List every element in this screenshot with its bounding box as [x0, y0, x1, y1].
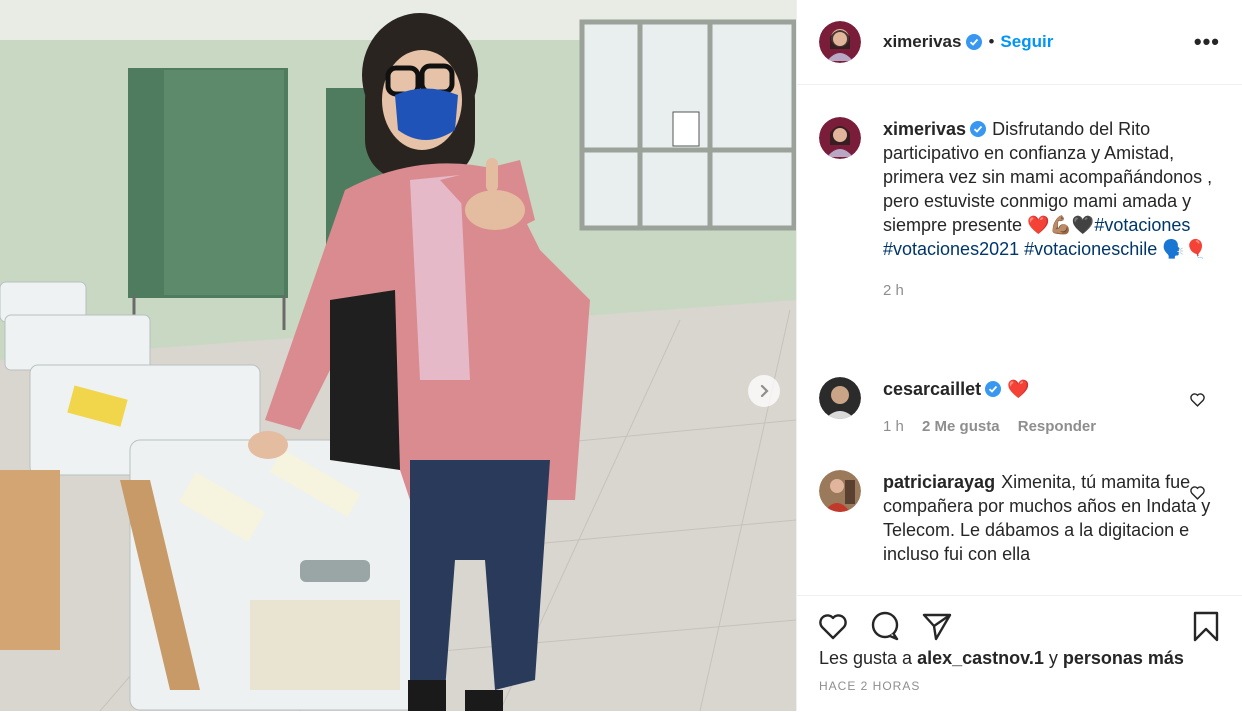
comment-item: patriciarayag Ximenita, tú mamita fue com… [797, 470, 1242, 566]
comment-username[interactable]: patriciarayag [883, 472, 995, 492]
comment-username[interactable]: cesarcaillet [883, 379, 981, 399]
author-avatar[interactable] [819, 21, 861, 63]
voting-scene-image [0, 0, 796, 711]
liker-username[interactable]: alex_castnov.1 [917, 648, 1044, 668]
verified-badge-icon [966, 34, 983, 50]
likes-connector: y [1048, 648, 1058, 668]
comment-time[interactable]: 1 h [883, 418, 904, 435]
like-comment-heart-icon[interactable] [1189, 391, 1206, 408]
hashtag-link[interactable]: #votaciones [1094, 215, 1190, 235]
comment-body: patriciarayag Ximenita, tú mamita fue com… [883, 470, 1220, 566]
commenter-avatar[interactable] [819, 377, 861, 419]
hashtag-link[interactable]: #votaciones2021 [883, 239, 1019, 259]
more-options-button[interactable]: ••• [1194, 29, 1220, 55]
verified-badge-icon [985, 381, 1002, 397]
comment-likes[interactable]: 2 Me gusta [922, 418, 1000, 435]
follow-button[interactable]: Seguir [1000, 32, 1053, 52]
like-comment-heart-icon[interactable] [1189, 484, 1206, 501]
caption-emojis: ❤️💪🏽🖤 [1027, 215, 1095, 235]
caption-time[interactable]: 2 h [883, 282, 904, 299]
caption-body: ximerivas Disfrutando del Rito participat… [883, 117, 1220, 303]
caption-username[interactable]: ximerivas [883, 119, 966, 139]
post-sidebar: ximerivas • Seguir ••• ximerivas Disfruta… [796, 0, 1242, 711]
next-image-button[interactable] [748, 375, 780, 407]
commenter-avatar[interactable] [819, 470, 861, 512]
instagram-post: ximerivas • Seguir ••• ximerivas Disfruta… [0, 0, 1242, 711]
likes-summary: Les gusta a alex_castnov.1 y personas má… [797, 642, 1242, 669]
likes-prefix: Les gusta a [819, 648, 913, 668]
comment-meta: 1 h 2 Me gusta Responder [883, 415, 1220, 439]
comment-item: cesarcaillet ❤️ 1 h 2 Me gusta Responder [797, 377, 1242, 439]
post-actions: Les gusta a alex_castnov.1 y personas má… [797, 595, 1242, 712]
caption-avatar[interactable] [819, 117, 861, 159]
caption: ximerivas Disfrutando del Rito participat… [797, 117, 1242, 303]
hashtag-link[interactable]: #votacioneschile [1024, 239, 1157, 259]
share-paper-plane-icon[interactable] [921, 610, 953, 642]
post-timestamp[interactable]: HACE 2 HORAS [797, 669, 1242, 693]
post-header: ximerivas • Seguir ••• [797, 0, 1242, 85]
post-photo[interactable] [0, 0, 796, 711]
comment-text: ❤️ [1007, 379, 1030, 399]
like-heart-icon[interactable] [817, 610, 849, 642]
save-bookmark-icon[interactable] [1190, 610, 1222, 642]
header-separator: • [988, 32, 995, 51]
comment-bubble-icon[interactable] [869, 610, 901, 642]
caption-trailing-emojis: 🗣️🎈 [1162, 239, 1208, 259]
other-likers-link[interactable]: personas más [1063, 648, 1184, 668]
comment-body: cesarcaillet ❤️ 1 h 2 Me gusta Responder [883, 377, 1220, 439]
caption-meta: 2 h [883, 279, 1220, 303]
chevron-right-icon [760, 384, 769, 398]
reply-button[interactable]: Responder [1018, 418, 1096, 435]
comments-section: ximerivas Disfrutando del Rito participat… [797, 85, 1242, 595]
author-username[interactable]: ximerivas [883, 32, 961, 52]
action-icons-row [797, 596, 1242, 642]
verified-badge-icon [970, 121, 987, 137]
